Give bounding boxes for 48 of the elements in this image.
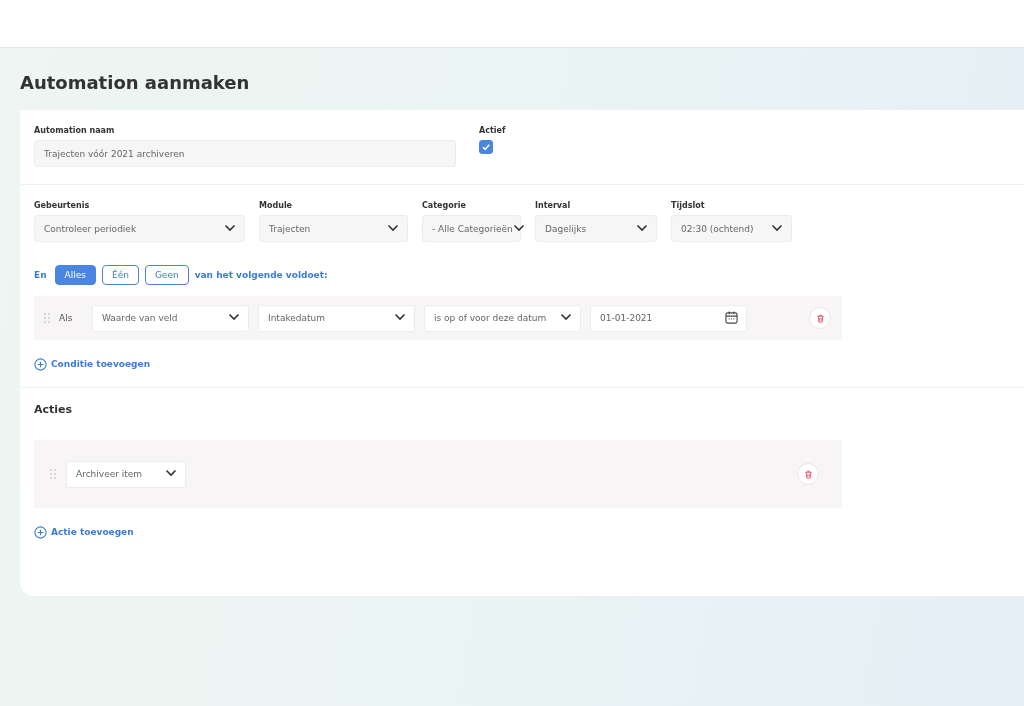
condition-prefix: Als bbox=[59, 313, 74, 323]
delete-button[interactable] bbox=[797, 463, 819, 485]
match-suffix: van het volgende voldoet: bbox=[194, 270, 328, 280]
chevron-down-icon bbox=[560, 313, 572, 321]
field-label: Categorie bbox=[422, 201, 467, 210]
chevron-down-icon bbox=[771, 223, 783, 232]
plus-circle-icon bbox=[34, 525, 47, 539]
field-label: Actief bbox=[479, 126, 506, 135]
match-option[interactable]: Geen bbox=[144, 265, 189, 285]
chevron-down-icon bbox=[224, 223, 236, 232]
chevron-down-icon bbox=[636, 223, 648, 232]
chevron-down-icon bbox=[387, 223, 399, 232]
dropdown[interactable]: Intakedatum bbox=[258, 304, 415, 332]
match-prefix: En bbox=[34, 270, 47, 280]
match-option[interactable]: Alles bbox=[54, 265, 96, 285]
dropdown[interactable]: Waarde van veld bbox=[92, 304, 249, 332]
drag-handle-icon[interactable] bbox=[44, 313, 50, 323]
chevron-down-icon bbox=[512, 223, 525, 232]
chevron-down-icon bbox=[165, 469, 177, 477]
field-label: Interval bbox=[535, 201, 572, 210]
dropdown[interactable]: Dagelijks bbox=[535, 215, 657, 242]
trash-icon bbox=[803, 469, 813, 479]
add-action-link[interactable]: Actie toevoegen bbox=[34, 525, 134, 539]
calendar-icon bbox=[725, 310, 738, 324]
checkbox[interactable] bbox=[479, 140, 493, 154]
delete-button[interactable] bbox=[809, 307, 831, 329]
add-condition-link[interactable]: Conditie toevoegen bbox=[34, 357, 151, 371]
dropdown[interactable]: Archiveer item bbox=[66, 460, 186, 488]
page-title: Automation aanmaken bbox=[19, 71, 251, 95]
field-label: Automation naam bbox=[34, 126, 116, 135]
date-field[interactable]: 01-01-2021 bbox=[590, 304, 747, 332]
dropdown[interactable]: - Alle Categorieën bbox=[422, 215, 521, 242]
field-label: Tijdslot bbox=[671, 201, 706, 210]
text-field[interactable]: Trajecten vóór 2021 archiveren bbox=[34, 140, 456, 167]
plus-circle-icon bbox=[34, 357, 47, 371]
match-option[interactable]: Één bbox=[101, 265, 139, 285]
check-icon bbox=[481, 142, 491, 152]
dropdown[interactable]: Controleer periodiek bbox=[34, 215, 245, 242]
chevron-down-icon bbox=[394, 313, 406, 321]
section-title: Acties bbox=[33, 402, 74, 416]
trash-icon bbox=[815, 313, 825, 323]
dropdown[interactable]: Trajecten bbox=[259, 215, 408, 242]
dropdown[interactable]: 02:30 (ochtend) bbox=[671, 215, 792, 242]
drag-handle-icon[interactable] bbox=[50, 469, 56, 479]
dropdown[interactable]: is op of voor deze datum bbox=[424, 304, 581, 332]
field-label: Module bbox=[259, 201, 294, 210]
chevron-down-icon bbox=[228, 313, 240, 321]
field-label: Gebeurtenis bbox=[34, 201, 91, 210]
